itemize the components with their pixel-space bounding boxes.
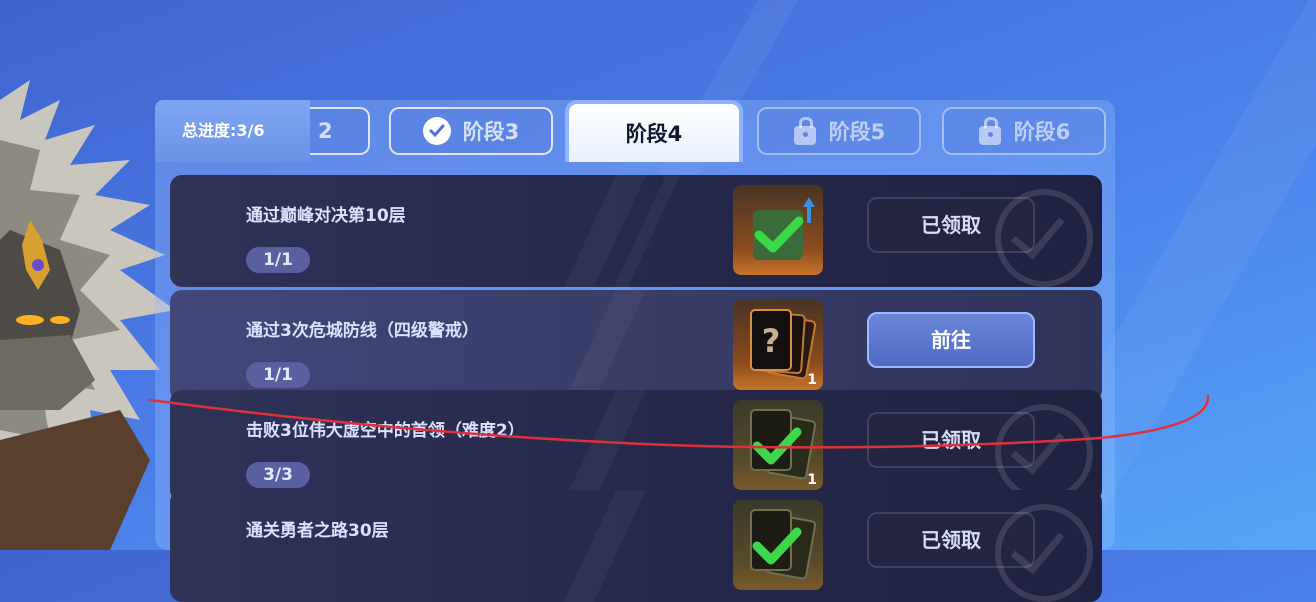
tab-label: 阶段5: [828, 120, 886, 144]
total-progress-label: 总进度:3/6: [155, 100, 310, 162]
tab-label: 阶段4: [625, 122, 683, 146]
claimed-check-icon: [750, 509, 817, 580]
tab-label: 阶段3: [462, 120, 520, 144]
lock-icon: [978, 117, 1002, 145]
task-row: 击败3位伟大虚空中的首领（难度2） 3/3 1 已领取: [170, 390, 1102, 502]
go-button[interactable]: 前往: [867, 312, 1035, 368]
task-progress-badge: 1/1: [246, 362, 310, 388]
task-title: 通过3次危城防线（四级警戒）: [246, 321, 479, 341]
tab-stage-6[interactable]: 阶段6: [942, 107, 1106, 155]
claimed-check-icon: [753, 197, 815, 260]
reward-count: 1: [807, 372, 817, 388]
task-row: 通关勇者之路30层 已领取: [170, 490, 1102, 602]
task-title: 通关勇者之路30层: [246, 521, 389, 541]
lock-icon: [793, 117, 817, 145]
task-title: 击败3位伟大虚空中的首领（难度2）: [246, 421, 525, 441]
task-progress-badge: 3/3: [246, 462, 310, 488]
tab-stage-3[interactable]: 阶段3: [389, 107, 553, 155]
reward-item[interactable]: 1: [733, 400, 823, 490]
task-title: 通过巅峰对决第10层: [246, 206, 406, 226]
claimed-stamp-icon: [995, 504, 1093, 602]
reward-item[interactable]: ? 1: [733, 300, 823, 390]
reward-item[interactable]: [733, 185, 823, 275]
tab-stage-4[interactable]: 阶段4: [565, 100, 743, 162]
task-row: 通过巅峰对决第10层 1/1 已领取: [170, 175, 1102, 287]
svg-text:?: ?: [762, 322, 781, 360]
claimed-stamp-icon: [995, 404, 1093, 502]
tab-label: 阶段6: [1013, 120, 1071, 144]
task-row: 通过3次危城防线（四级警戒） 1/1 ? 1 前往: [170, 290, 1102, 402]
reward-item[interactable]: [733, 500, 823, 590]
tab-stage-2[interactable]: 2: [310, 107, 370, 155]
tab-label: 2: [318, 119, 333, 143]
check-icon: [422, 117, 451, 145]
claimed-stamp-icon: [995, 189, 1093, 287]
task-progress-badge: 1/1: [246, 247, 310, 273]
tab-stage-5[interactable]: 阶段5: [757, 107, 921, 155]
reward-count: 1: [807, 472, 817, 488]
